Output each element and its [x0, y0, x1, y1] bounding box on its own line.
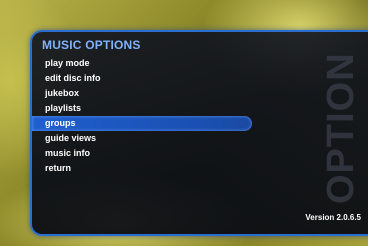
- options-watermark: OPTIONS: [309, 32, 368, 214]
- menu-item-play-mode[interactable]: play mode: [32, 56, 272, 71]
- menu-item-music-info[interactable]: music info: [32, 146, 272, 161]
- menu-item-edit-disc-info[interactable]: edit disc info: [32, 71, 272, 86]
- options-watermark-text: OPTIONS: [320, 54, 362, 204]
- version-label: Version 2.0.6.5: [305, 213, 361, 222]
- options-menu: play mode edit disc info jukebox playlis…: [32, 56, 272, 176]
- menu-item-playlists[interactable]: playlists: [32, 101, 272, 116]
- menu-item-jukebox[interactable]: jukebox: [32, 86, 272, 101]
- menu-item-return[interactable]: return: [32, 161, 272, 176]
- panel-title: MUSIC OPTIONS: [42, 38, 141, 52]
- menu-item-guide-views[interactable]: guide views: [32, 131, 272, 146]
- music-options-panel: MUSIC OPTIONS play mode edit disc info j…: [30, 30, 368, 236]
- menu-item-groups[interactable]: groups: [32, 116, 252, 131]
